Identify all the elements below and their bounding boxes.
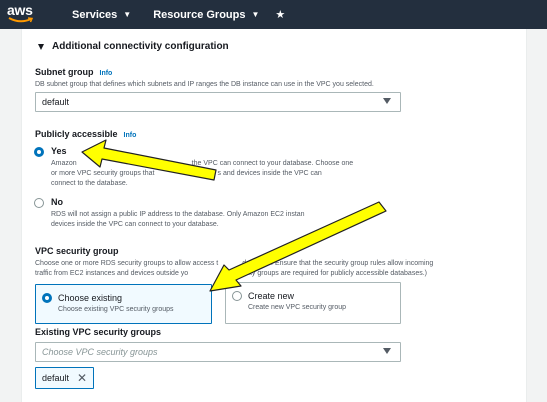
section-title: Additional connectivity configuration: [52, 41, 229, 52]
existing-vpc-sg-label: Existing VPC security groups: [35, 327, 162, 337]
public-yes-radio[interactable]: [34, 147, 44, 157]
public-yes-description-line2: or more VPC security groups that s and de…: [51, 169, 322, 179]
chevron-down-icon: ▼: [123, 10, 132, 19]
chevron-down-icon: ▼: [251, 10, 260, 19]
vpc-sg-desc-2b: urity groups are required for publicly a…: [242, 270, 427, 277]
choose-existing-tile[interactable]: Choose existing Choose existing VPC secu…: [35, 284, 212, 324]
create-new-tile[interactable]: Create new Create new VPC security group: [225, 282, 401, 324]
public-yes-description-line3: connect to the database.: [51, 180, 128, 187]
rds-create-database-page: aws Services ▼ Resource Groups ▼ ★ Addit…: [0, 0, 547, 402]
caret-down-icon: [38, 43, 44, 50]
create-new-radio[interactable]: [232, 291, 242, 301]
remove-token-icon[interactable]: ✕: [77, 372, 87, 384]
vpc-sg-desc-2a: traffic from EC2 instances and devices o…: [35, 270, 189, 277]
selected-sg-token-label: default: [42, 373, 70, 383]
services-menu[interactable]: Services ▼: [72, 9, 131, 21]
pin-icon[interactable]: ★: [275, 8, 285, 21]
vpc-security-group-label: VPC security group: [35, 246, 119, 256]
public-yes-desc-2b: s and devices inside the VPC can: [217, 170, 322, 177]
existing-vpc-sg-placeholder: Choose VPC security groups: [42, 347, 158, 357]
resource-groups-menu[interactable]: Resource Groups ▼: [153, 9, 259, 21]
dropdown-arrow-icon: [383, 348, 391, 354]
choose-existing-title: Choose existing: [58, 293, 123, 303]
vpc-security-group-description-line2: traffic from EC2 instances and devices o…: [35, 269, 427, 279]
publicly-accessible-info-link[interactable]: Info: [124, 132, 137, 139]
selected-sg-token: default ✕: [35, 367, 95, 389]
top-navigation-bar: aws Services ▼ Resource Groups ▼ ★: [0, 0, 547, 29]
create-new-description: Create new VPC security group: [248, 304, 347, 311]
vpc-sg-desc-1b: database. Ensure that the security group…: [242, 260, 434, 267]
vpc-security-group-description-line1: Choose one or more RDS security groups t…: [35, 259, 433, 269]
public-yes-desc-1b: the VPC can connect to your database. Ch…: [191, 160, 354, 167]
public-no-label[interactable]: No: [51, 197, 63, 207]
public-no-radio[interactable]: [34, 198, 44, 208]
public-yes-label[interactable]: Yes: [51, 146, 67, 156]
subnet-group-label-text: Subnet group: [35, 67, 94, 77]
aws-logo[interactable]: aws: [6, 0, 50, 29]
public-yes-desc-1a: Amazon: [51, 160, 77, 167]
resource-groups-label: Resource Groups: [153, 8, 246, 21]
existing-vpc-sg-select[interactable]: Choose VPC security groups: [35, 342, 401, 362]
dropdown-arrow-icon: [383, 98, 391, 104]
public-yes-desc-2a: or more VPC security groups that: [51, 170, 155, 177]
choose-existing-radio[interactable]: [42, 293, 52, 303]
vpc-sg-desc-1a: Choose one or more RDS security groups t…: [35, 260, 219, 267]
services-label: Services: [72, 8, 118, 21]
subnet-group-select[interactable]: default: [35, 92, 401, 112]
choose-existing-description: Choose existing VPC security groups: [58, 306, 174, 313]
additional-connectivity-toggle[interactable]: Additional connectivity configuration: [38, 41, 229, 52]
publicly-accessible-label-text: Publicly accessible: [35, 129, 118, 139]
subnet-group-info-link[interactable]: Info: [100, 70, 113, 77]
aws-logo-text: aws: [7, 2, 33, 18]
public-no-description-line1: RDS will not assign a public IP address …: [51, 211, 305, 218]
publicly-accessible-label: Publicly accessible Info: [35, 129, 136, 139]
subnet-group-label: Subnet group Info: [35, 67, 112, 77]
aws-smile-icon: [8, 17, 34, 23]
create-new-title: Create new: [248, 291, 295, 301]
subnet-group-value: default: [42, 97, 70, 107]
public-no-description-line2: devices inside the VPC can connect to yo…: [51, 221, 219, 228]
connectivity-panel: Additional connectivity configuration Su…: [21, 29, 527, 402]
subnet-group-description: DB subnet group that defines which subne…: [35, 81, 374, 88]
public-yes-description-line1: Amazon the VPC can connect to your databa…: [51, 159, 353, 169]
